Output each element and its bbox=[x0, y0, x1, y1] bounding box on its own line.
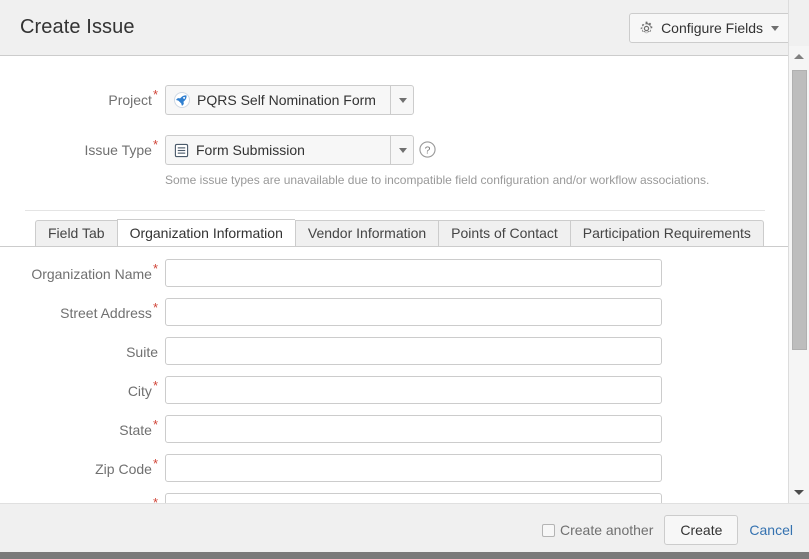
chevron-down-icon bbox=[794, 490, 804, 495]
city-input[interactable] bbox=[165, 376, 662, 404]
section-divider bbox=[25, 210, 765, 211]
chevron-down-icon bbox=[399, 148, 407, 153]
suite-input[interactable] bbox=[165, 337, 662, 365]
footer-controls: Create another Create Cancel bbox=[542, 515, 793, 545]
street-address-input[interactable] bbox=[165, 298, 662, 326]
required-asterisk: * bbox=[153, 417, 158, 432]
cancel-link[interactable]: Cancel bbox=[749, 522, 793, 538]
street-address-label-text: Street Address bbox=[60, 305, 152, 321]
state-input[interactable] bbox=[165, 415, 662, 443]
required-asterisk: * bbox=[153, 261, 158, 276]
organization-name-field-row: Organization Name* bbox=[0, 259, 789, 289]
tab-strip: Field Tab Organization Information Vendo… bbox=[35, 219, 764, 246]
vertical-scrollbar[interactable] bbox=[788, 46, 809, 503]
tab-field-tab[interactable]: Field Tab bbox=[35, 220, 117, 246]
required-asterisk: * bbox=[153, 495, 158, 503]
issue-type-select-field[interactable]: Form Submission bbox=[165, 135, 390, 165]
issue-type-label: Issue Type* bbox=[0, 135, 158, 165]
dialog-footer: Create another Create Cancel bbox=[0, 503, 809, 552]
help-circle-icon[interactable]: ? bbox=[419, 141, 436, 158]
project-label-text: Project bbox=[108, 92, 152, 108]
chevron-up-icon bbox=[794, 54, 804, 59]
required-asterisk: * bbox=[153, 378, 158, 393]
street-address-label: Street Address* bbox=[0, 298, 158, 328]
next-field-label: * bbox=[0, 493, 158, 503]
project-field-row: Project* PQRS Self Nomination Form bbox=[0, 85, 789, 115]
dialog-header: Create Issue Configure Fields bbox=[0, 0, 809, 56]
gear-icon bbox=[639, 21, 654, 36]
form-document-icon bbox=[174, 143, 189, 158]
dialog-body: Project* PQRS Self Nomination Form bbox=[0, 56, 789, 503]
suite-field-row: Suite bbox=[0, 337, 789, 367]
city-field-row: City* bbox=[0, 376, 789, 406]
tab-organization-information[interactable]: Organization Information bbox=[117, 219, 295, 246]
chevron-down-icon bbox=[771, 26, 779, 31]
project-rocket-icon bbox=[174, 92, 190, 108]
required-asterisk: * bbox=[153, 87, 158, 102]
required-asterisk: * bbox=[153, 300, 158, 315]
project-label: Project* bbox=[0, 85, 158, 115]
zip-code-label-text: Zip Code bbox=[95, 461, 152, 477]
create-another-label: Create another bbox=[560, 522, 653, 538]
checkbox-box[interactable] bbox=[542, 524, 555, 537]
tab-participation-requirements[interactable]: Participation Requirements bbox=[570, 220, 764, 246]
organization-name-label-text: Organization Name bbox=[31, 266, 152, 282]
project-select[interactable]: PQRS Self Nomination Form bbox=[165, 85, 414, 115]
scroll-up-button[interactable] bbox=[789, 48, 809, 65]
suite-label-text: Suite bbox=[126, 344, 158, 360]
next-field-row-partial: * bbox=[0, 493, 789, 503]
window-bottom-bar bbox=[0, 552, 809, 559]
scroll-down-button[interactable] bbox=[789, 484, 809, 501]
tab-points-of-contact[interactable]: Points of Contact bbox=[438, 220, 570, 246]
create-issue-dialog: Create Issue Configure Fields Project* bbox=[0, 0, 809, 559]
project-value: PQRS Self Nomination Form bbox=[197, 92, 376, 108]
project-dropdown-arrow[interactable] bbox=[390, 85, 414, 115]
organization-name-input[interactable] bbox=[165, 259, 662, 287]
scrollbar-thumb[interactable] bbox=[792, 70, 807, 350]
state-field-row: State* bbox=[0, 415, 789, 445]
required-asterisk: * bbox=[153, 456, 158, 471]
project-select-field[interactable]: PQRS Self Nomination Form bbox=[165, 85, 390, 115]
issue-type-label-text: Issue Type bbox=[84, 142, 151, 158]
scrollbar-corner bbox=[788, 0, 809, 46]
required-asterisk: * bbox=[153, 137, 158, 152]
state-label-text: State bbox=[119, 422, 152, 438]
svg-text:?: ? bbox=[425, 145, 431, 156]
create-button[interactable]: Create bbox=[664, 515, 738, 545]
tab-vendor-information[interactable]: Vendor Information bbox=[295, 220, 438, 246]
issue-type-hint: Some issue types are unavailable due to … bbox=[165, 173, 709, 187]
suite-label: Suite bbox=[0, 337, 158, 367]
issue-type-field-row: Issue Type* Form Submission bbox=[0, 135, 789, 165]
next-field-input[interactable] bbox=[165, 493, 662, 503]
zip-code-field-row: Zip Code* bbox=[0, 454, 789, 484]
create-another-checkbox[interactable]: Create another bbox=[542, 522, 653, 538]
zip-code-input[interactable] bbox=[165, 454, 662, 482]
city-label-text: City bbox=[128, 383, 152, 399]
organization-name-label: Organization Name* bbox=[0, 259, 158, 289]
issue-type-dropdown-arrow[interactable] bbox=[390, 135, 414, 165]
page-title: Create Issue bbox=[20, 16, 135, 39]
configure-fields-button[interactable]: Configure Fields bbox=[629, 13, 791, 43]
issue-type-value: Form Submission bbox=[196, 142, 305, 158]
configure-fields-label: Configure Fields bbox=[661, 20, 763, 36]
tab-underline bbox=[0, 246, 789, 247]
issue-type-select[interactable]: Form Submission bbox=[165, 135, 414, 165]
city-label: City* bbox=[0, 376, 158, 406]
chevron-down-icon bbox=[399, 98, 407, 103]
state-label: State* bbox=[0, 415, 158, 445]
zip-code-label: Zip Code* bbox=[0, 454, 158, 484]
street-address-field-row: Street Address* bbox=[0, 298, 789, 328]
